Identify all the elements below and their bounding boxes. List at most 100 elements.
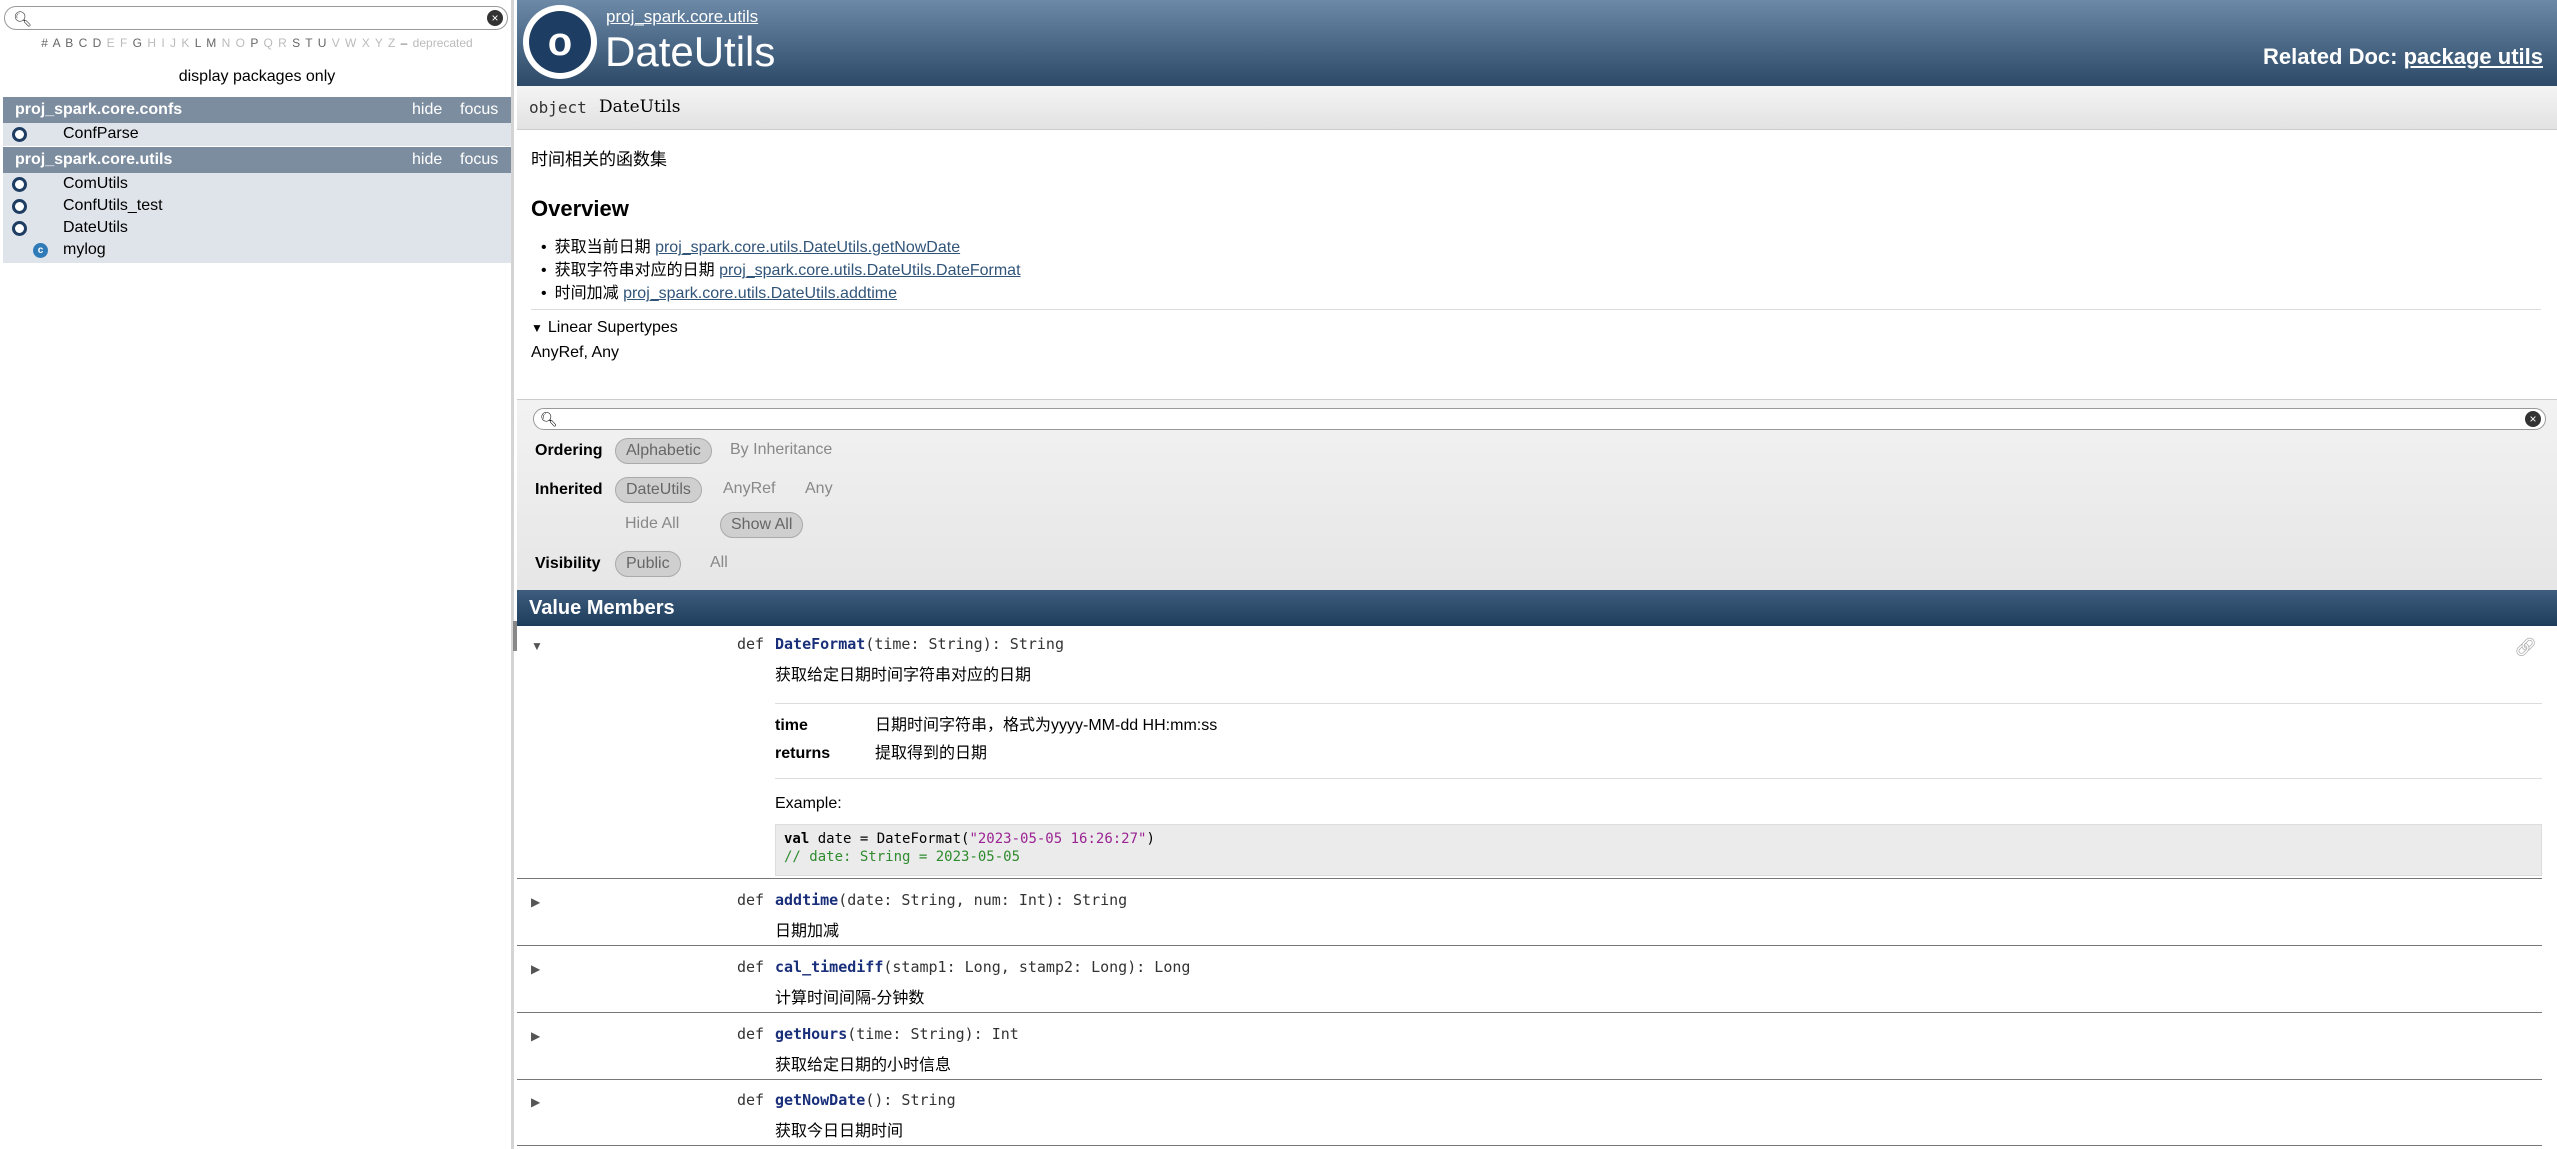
entity-comutils[interactable]: ComUtils <box>3 173 511 195</box>
overview-link[interactable]: proj_spark.core.utils.DateUtils.getNowDa… <box>655 239 960 256</box>
letter-disabled: N O <box>221 36 246 50</box>
display-packages-only-link[interactable]: display packages only <box>0 68 514 86</box>
sidebar-search-input[interactable] <box>33 9 473 27</box>
entity-confparse[interactable]: ConfParse <box>3 123 511 145</box>
entity-dateutils[interactable]: DateUtils <box>3 217 511 239</box>
member-name[interactable]: DateFormat <box>775 635 865 653</box>
letter-disabled: Q R <box>263 36 288 50</box>
value-members-heading: Value Members <box>517 590 2557 626</box>
class-icon[interactable]: c <box>33 243 48 258</box>
object-icon[interactable] <box>12 177 27 192</box>
member-search-input[interactable] <box>560 411 2500 427</box>
letter-links[interactable]: # A B C D <box>41 36 102 50</box>
letter-disabled: E F <box>106 36 129 50</box>
focus-link[interactable]: focus <box>460 147 498 173</box>
inherited-any-button[interactable]: Any <box>795 477 843 503</box>
entity-confutils-test[interactable]: ConfUtils_test <box>3 195 511 217</box>
expand-triangle-icon[interactable]: ▶ <box>531 962 540 976</box>
clear-search-icon[interactable]: × <box>487 10 503 26</box>
object-icon[interactable] <box>12 127 27 142</box>
param-row: time 日期时间字符串，格式为yyyy-MM-dd HH:mm:ss <box>775 712 2542 740</box>
package-name[interactable]: proj_spark.core.confs <box>15 101 182 118</box>
expand-triangle-icon[interactable]: ▶ <box>531 1029 540 1043</box>
hide-link[interactable]: hide <box>412 97 442 123</box>
focus-link[interactable]: focus <box>460 97 498 123</box>
member-signature[interactable]: getNowDate(): String <box>775 1091 956 1109</box>
member-name[interactable]: addtime <box>775 891 838 909</box>
def-keyword: def <box>737 891 765 909</box>
ordering-alphabetic-button[interactable]: Alphabetic <box>615 438 712 464</box>
ordering-label: Ordering <box>535 442 603 459</box>
entity-name[interactable]: ConfUtils_test <box>63 195 163 217</box>
code-text: ) <box>1146 831 1155 847</box>
overview-link[interactable]: proj_spark.core.utils.DateUtils.DateForm… <box>719 262 1020 279</box>
expand-triangle-icon[interactable]: ▶ <box>531 895 540 909</box>
member-name[interactable]: cal_timediff <box>775 958 883 976</box>
code-keyword: val <box>784 831 810 847</box>
package-header-utils[interactable]: proj_spark.core.utils hide focus <box>3 147 511 173</box>
visibility-all-button[interactable]: All <box>700 551 738 577</box>
divider <box>517 1012 2542 1013</box>
letter-disabled: V W X Y Z <box>331 36 397 50</box>
member-addtime[interactable]: ▶ def addtime(date: String, num: Int): S… <box>517 891 2557 947</box>
collapse-triangle-icon[interactable]: ▼ <box>531 639 543 653</box>
example-code-block: val date = DateFormat("2023-05-05 16:26:… <box>775 824 2542 876</box>
inherited-anyref-button[interactable]: AnyRef <box>713 477 785 503</box>
example-label: Example: <box>775 795 842 812</box>
member-params: (stamp1: Long, stamp2: Long): Long <box>883 958 1191 976</box>
member-signature[interactable]: cal_timediff(stamp1: Long, stamp2: Long)… <box>775 958 1190 976</box>
object-icon[interactable] <box>12 221 27 236</box>
member-signature[interactable]: DateFormat(time: String): String <box>775 635 1064 653</box>
expanded-triangle-icon[interactable]: ▼ <box>531 321 543 335</box>
member-signature[interactable]: getHours(time: String): Int <box>775 1025 1019 1043</box>
member-gethours[interactable]: ▶ def getHours(time: String): Int 获取给定日期… <box>517 1025 2557 1081</box>
entity-name[interactable]: mylog <box>63 239 106 261</box>
member-search-box[interactable]: 🔍︎ × <box>533 408 2546 430</box>
entity-name[interactable]: ConfParse <box>63 123 139 145</box>
breadcrumb-package-link[interactable]: proj_spark.core.utils <box>606 7 758 27</box>
inherited-row: Inherited DateUtils AnyRef Any <box>535 477 935 503</box>
overview-item: 获取当前日期 proj_spark.core.utils.DateUtils.g… <box>531 236 1021 259</box>
letter-links[interactable]: G <box>133 36 143 50</box>
entity-mylog[interactable]: c mylog <box>3 239 511 261</box>
member-description: 日期加减 <box>775 923 840 940</box>
permalink-icon[interactable]: 🔗︎ <box>2514 637 2537 658</box>
deprecated-link[interactable]: deprecated <box>413 36 473 50</box>
member-cal-timediff[interactable]: ▶ def cal_timediff(stamp1: Long, stamp2:… <box>517 958 2557 1014</box>
sidebar-search-box[interactable]: 🔍︎ × <box>4 6 508 30</box>
divider <box>531 309 2541 310</box>
entity-name[interactable]: DateUtils <box>63 217 128 239</box>
object-badge-letter: o <box>529 11 591 73</box>
hide-all-button[interactable]: Hide All <box>615 512 689 538</box>
visibility-public-button[interactable]: Public <box>615 551 681 577</box>
ordering-by-inheritance-button[interactable]: By Inheritance <box>720 438 842 464</box>
deprecated-dash[interactable]: – <box>401 36 409 50</box>
overview-link[interactable]: proj_spark.core.utils.DateUtils.addtime <box>623 285 897 302</box>
hide-link[interactable]: hide <box>412 147 442 173</box>
member-description: 计算时间间隔-分钟数 <box>775 990 925 1007</box>
visibility-label: Visibility <box>535 555 601 572</box>
overview-text: 获取当前日期 <box>554 239 651 256</box>
clear-search-icon[interactable]: × <box>2525 411 2541 427</box>
member-dateformat[interactable]: ▼ def DateFormat(time: String): String 🔗… <box>517 635 2557 879</box>
member-name[interactable]: getHours <box>775 1025 847 1043</box>
show-all-button[interactable]: Show All <box>720 512 804 538</box>
code-line: val date = DateFormat("2023-05-05 16:26:… <box>784 830 2533 848</box>
package-header-confs[interactable]: proj_spark.core.confs hide focus <box>3 97 511 123</box>
entity-name[interactable]: ComUtils <box>63 173 128 195</box>
member-signature[interactable]: addtime(date: String, num: Int): String <box>775 891 1127 909</box>
member-name[interactable]: getNowDate <box>775 1091 865 1109</box>
related-doc-link[interactable]: package utils <box>2404 44 2543 69</box>
package-name[interactable]: proj_spark.core.utils <box>15 151 172 168</box>
expand-triangle-icon[interactable]: ▶ <box>531 1095 540 1109</box>
linear-supertypes-toggle[interactable]: ▼ Linear Supertypes <box>531 319 678 337</box>
letter-links[interactable]: P <box>250 36 259 50</box>
overview-heading: Overview <box>531 196 629 221</box>
linear-supertypes-label[interactable]: Linear Supertypes <box>548 319 678 336</box>
inherited-dateutils-button[interactable]: DateUtils <box>615 477 702 503</box>
letter-links[interactable]: L M <box>195 36 218 50</box>
member-getnowdate[interactable]: ▶ def getNowDate(): String 获取今日日期时间 <box>517 1091 2557 1147</box>
letter-links[interactable]: S T U <box>292 36 327 50</box>
object-icon[interactable] <box>12 199 27 214</box>
overview-text: 获取字符串对应的日期 <box>554 262 715 279</box>
